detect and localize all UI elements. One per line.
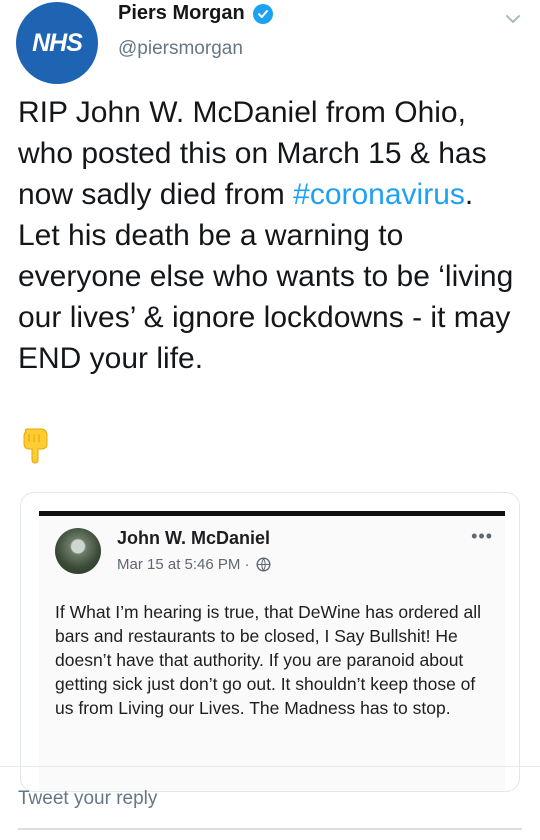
display-name[interactable]: Piers Morgan [118,2,245,25]
avatar-logo-text: NHS [32,28,83,57]
profile-avatar[interactable]: NHS [16,2,98,84]
reply-input[interactable]: Tweet your reply [18,788,157,810]
hashtag-link[interactable]: #coronavirus [293,178,465,211]
verified-badge-icon [252,3,273,24]
divider [0,766,540,767]
tweet-text-period: . [464,178,474,211]
pointing-down-emoji-icon [18,428,52,464]
tweet-text: RIP John W. McDaniel from Ohio, who post… [18,92,528,379]
author-name-row: Piers Morgan [118,2,273,25]
reply-input-underline [18,828,522,830]
tweet-text-part2: Let his death be a warning to everyone e… [18,219,514,375]
more-options-icon: ••• [471,526,493,546]
post-body-text: If What I’m hearing is true, that DeWine… [55,602,482,718]
post-timestamp: Mar 15 at 5:46 PM · [117,556,250,573]
media-card[interactable]: John W. McDaniel Mar 15 at 5:46 PM · •••… [20,492,520,792]
chevron-down-icon[interactable] [502,8,524,30]
post-author-name: John W. McDaniel [117,528,271,548]
user-handle[interactable]: @piersmorgan [118,38,243,60]
tweet-detail-screen: NHS Piers Morgan @piersmorgan RIP John W… [0,0,540,840]
post-author-avatar [55,528,101,574]
globe-icon [256,557,271,572]
embedded-facebook-post: John W. McDaniel Mar 15 at 5:46 PM · •••… [39,511,505,791]
post-meta: Mar 15 at 5:46 PM · [117,556,271,573]
